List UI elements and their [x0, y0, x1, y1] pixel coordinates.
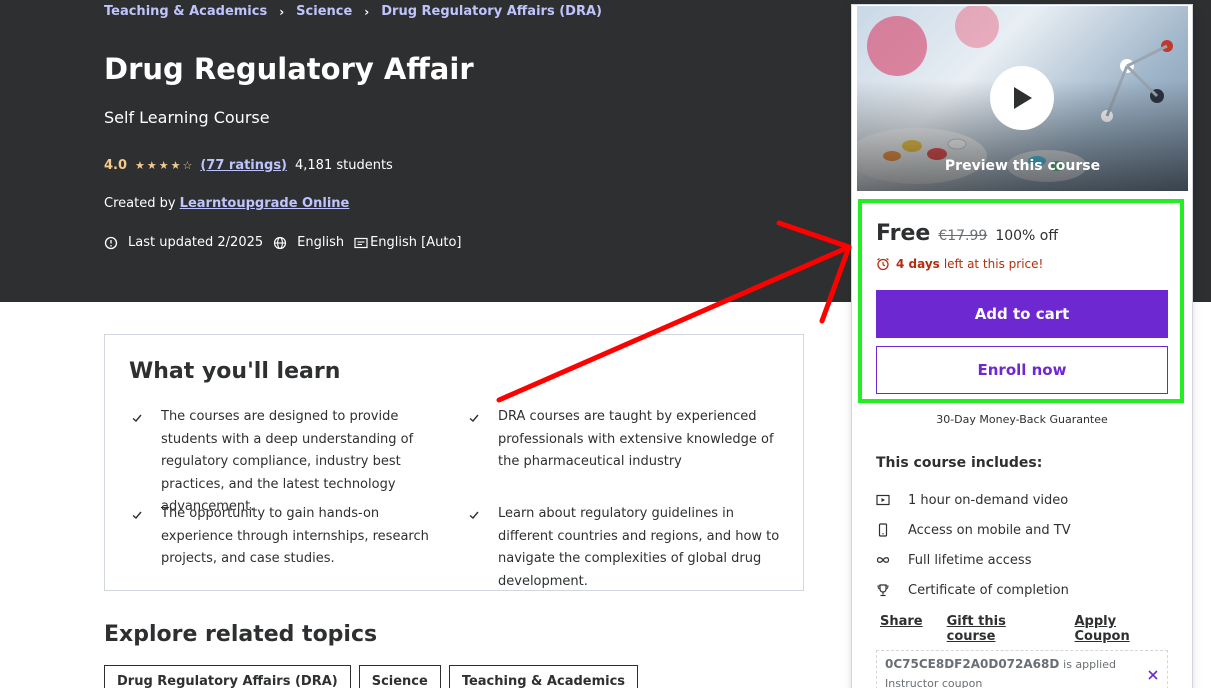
video-icon — [876, 494, 890, 506]
includes-list: 1 hour on-demand video Access on mobile … — [876, 485, 1071, 605]
learn-item: The courses are designed to provide stud… — [161, 409, 414, 514]
topic-dra[interactable]: Drug Regulatory Affairs (DRA) — [104, 665, 351, 688]
author-link[interactable]: Learntoupgrade Online — [180, 196, 350, 211]
include-text: Certificate of completion — [908, 582, 1069, 598]
highlight-box — [858, 199, 1184, 403]
learn-title: What you'll learn — [129, 359, 341, 384]
check-icon — [469, 414, 479, 422]
apply-coupon-link[interactable]: Apply Coupon — [1074, 614, 1168, 644]
infinity-icon — [876, 557, 890, 563]
gift-course-link[interactable]: Gift this course — [947, 614, 1051, 644]
check-icon — [132, 511, 142, 519]
rating-row: 4.0 ★★★★☆ (77 ratings) 4,181 students — [104, 158, 393, 173]
course-language: English — [297, 235, 345, 250]
preview-label: Preview this course — [944, 158, 1101, 174]
topic-teaching-academics[interactable]: Teaching & Academics — [448, 665, 639, 688]
chevron-right-icon: › — [279, 4, 285, 19]
globe-icon — [274, 236, 287, 249]
mobile-icon — [878, 523, 888, 537]
course-subtitle: Self Learning Course — [104, 108, 270, 127]
share-link[interactable]: Share — [880, 614, 923, 644]
coupon-applied-label: is applied — [1063, 658, 1116, 671]
coupon-type: Instructor coupon — [885, 677, 983, 688]
students-count: 4,181 students — [295, 158, 393, 173]
breadcrumb-science[interactable]: Science — [296, 4, 352, 19]
learn-item: DRA courses are taught by experienced pr… — [498, 409, 774, 469]
ratings-count-link[interactable]: (77 ratings) — [200, 158, 287, 173]
list-item: Access on mobile and TV — [876, 515, 1071, 545]
list-item: Certificate of completion — [876, 575, 1071, 605]
related-topics: Drug Regulatory Affairs (DRA) Science Te… — [104, 665, 646, 688]
list-item: 1 hour on-demand video — [876, 485, 1071, 515]
include-text: Full lifetime access — [908, 552, 1032, 568]
created-by-label: Created by — [104, 196, 176, 211]
what-youll-learn-box: What you'll learn The courses are design… — [104, 334, 804, 591]
close-icon[interactable] — [1147, 669, 1159, 681]
topic-science[interactable]: Science — [358, 665, 441, 688]
course-preview[interactable]: Preview this course — [857, 6, 1188, 191]
check-icon — [132, 414, 142, 422]
include-text: 1 hour on-demand video — [908, 492, 1069, 508]
breadcrumb: Teaching & Academics › Science › Drug Re… — [104, 4, 602, 19]
last-updated: Last updated 2/2025 — [128, 235, 264, 250]
rating-value: 4.0 — [104, 158, 128, 173]
star-rating-icon: ★★★★☆ — [135, 159, 195, 172]
captions-icon — [354, 237, 368, 248]
applied-coupon: 0C75CE8DF2A0D072A68D is applied Instruct… — [876, 650, 1168, 688]
explore-title: Explore related topics — [104, 622, 378, 647]
learn-item: Learn about regulatory guidelines in dif… — [498, 506, 780, 589]
include-text: Access on mobile and TV — [908, 522, 1071, 538]
breadcrumb-dra[interactable]: Drug Regulatory Affairs (DRA) — [381, 4, 602, 19]
course-title: Drug Regulatory Affair — [104, 52, 474, 86]
trophy-icon — [877, 584, 889, 597]
chevron-right-icon: › — [364, 4, 370, 19]
breadcrumb-teaching-academics[interactable]: Teaching & Academics — [104, 4, 267, 19]
includes-title: This course includes: — [876, 455, 1043, 471]
course-meta: Last updated 2/2025 English English [Aut… — [104, 235, 472, 250]
list-item: Full lifetime access — [876, 545, 1071, 575]
alert-clock-icon — [104, 236, 118, 249]
card-links: Share Gift this course Apply Coupon — [880, 614, 1192, 644]
play-icon — [1014, 87, 1032, 109]
course-captions: English [Auto] — [370, 235, 462, 250]
created-by: Created by Learntoupgrade Online — [104, 196, 349, 211]
learn-item: The opportunity to gain hands-on experie… — [161, 506, 429, 566]
coupon-code: 0C75CE8DF2A0D072A68D — [885, 657, 1060, 671]
check-icon — [469, 511, 479, 519]
money-back-guarantee: 30-Day Money-Back Guarantee — [936, 413, 1108, 426]
play-button[interactable] — [990, 66, 1054, 130]
